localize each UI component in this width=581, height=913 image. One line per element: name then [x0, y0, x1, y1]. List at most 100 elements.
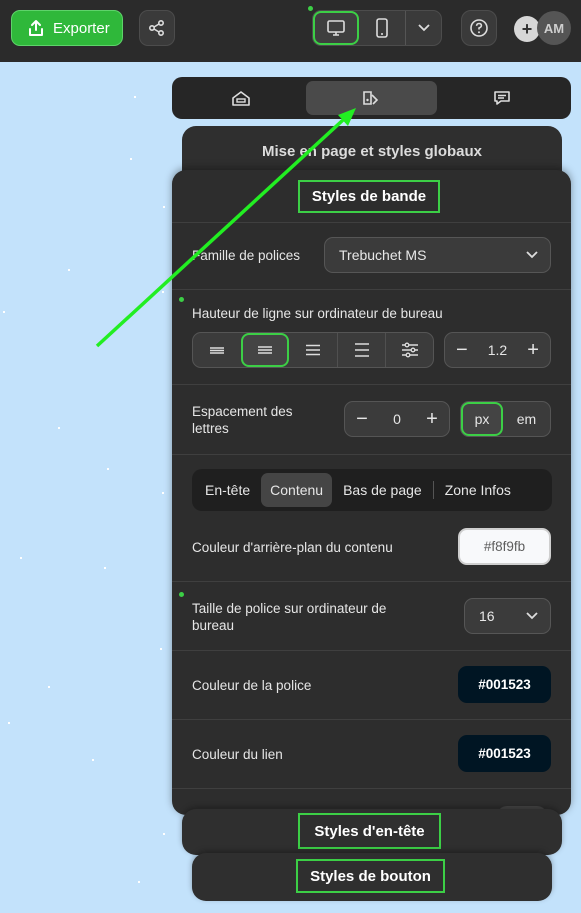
line-height-stepper: − 1.2 + — [444, 332, 551, 368]
line-height-option-4[interactable] — [337, 333, 385, 367]
divider — [172, 454, 571, 455]
canvas-speck — [162, 291, 164, 293]
subtab-footer[interactable]: Bas de page — [334, 473, 431, 507]
tab-comments[interactable] — [437, 81, 567, 115]
sliders-icon — [401, 342, 418, 358]
font-color-swatch[interactable]: #001523 — [458, 666, 551, 703]
font-family-value: Trebuchet MS — [339, 247, 427, 263]
top-toolbar: Exporter + AM — [0, 0, 581, 62]
line-height-option-3[interactable] — [289, 333, 337, 367]
line-height-presets — [192, 332, 434, 368]
export-label: Exporter — [53, 19, 110, 37]
line-height-increment[interactable]: + — [516, 333, 550, 367]
band-subtabs: En-tête Contenu Bas de page Zone Infos — [192, 469, 552, 511]
canvas-speck — [163, 206, 165, 208]
letter-spacing-decrement[interactable]: − — [345, 402, 379, 436]
canvas-speck — [68, 269, 70, 271]
unit-px-button[interactable]: px — [461, 402, 503, 436]
subtab-content[interactable]: Contenu — [261, 473, 333, 507]
style-paint-icon — [363, 91, 379, 105]
letter-spacing-stepper: − 0 + — [344, 401, 450, 437]
line-height-option-2[interactable] — [241, 333, 289, 367]
global-styles-title: Mise en page et styles globaux — [261, 143, 483, 160]
canvas-speck — [48, 686, 50, 688]
line-height-label: Hauteur de ligne sur ordinateur de burea… — [192, 306, 443, 321]
subtab-separator — [432, 481, 434, 499]
canvas-speck — [58, 427, 60, 429]
canvas-speck — [162, 492, 164, 494]
help-icon — [470, 19, 488, 37]
band-styles-panel: Styles de bande Famille de polices Trebu… — [172, 170, 571, 815]
line-height-decrement[interactable]: − — [445, 333, 479, 367]
tab-layout[interactable] — [176, 81, 306, 115]
modified-dot — [179, 592, 184, 597]
letter-spacing-label: Espacement des lettres — [192, 404, 293, 436]
modified-dot — [179, 297, 184, 302]
help-button[interactable] — [461, 10, 497, 46]
line-height-custom-button[interactable] — [385, 333, 433, 367]
letter-spacing-unit: px em — [460, 401, 551, 437]
chevron-down-icon — [417, 24, 430, 32]
canvas-speck — [3, 311, 5, 313]
canvas-speck — [107, 468, 109, 470]
divider — [172, 581, 571, 582]
unit-em-button[interactable]: em — [503, 402, 550, 436]
font-size-select[interactable]: 16 — [464, 598, 551, 634]
line-height-icon — [306, 344, 320, 356]
font-family-select[interactable]: Trebuchet MS — [324, 237, 551, 273]
canvas-speck — [134, 96, 136, 98]
avatar[interactable]: AM — [537, 11, 571, 45]
header-styles-card[interactable]: Styles d'en-tête — [182, 809, 562, 855]
content-bg-label: Couleur d'arrière-plan du contenu — [192, 540, 393, 555]
share-icon — [148, 19, 165, 37]
line-height-icon — [210, 347, 224, 354]
divider — [172, 788, 571, 789]
canvas-speck — [104, 567, 106, 569]
export-button[interactable]: Exporter — [11, 10, 123, 46]
panel-tab-bar — [172, 77, 571, 119]
canvas-speck — [8, 722, 10, 724]
canvas-speck — [130, 158, 132, 160]
line-height-option-1[interactable] — [193, 333, 241, 367]
canvas-speck — [138, 881, 140, 883]
status-dot — [308, 6, 313, 11]
line-height-icon — [258, 346, 272, 354]
font-family-label: Famille de polices — [192, 248, 301, 263]
font-size-value: 16 — [479, 608, 495, 624]
letter-spacing-increment[interactable]: + — [415, 402, 449, 436]
divider — [172, 289, 571, 290]
content-bg-color-swatch[interactable]: #f8f9fb — [458, 528, 551, 565]
letter-spacing-value[interactable]: 0 — [379, 402, 415, 436]
comment-icon — [494, 91, 510, 105]
button-styles-title: Styles de bouton — [296, 859, 445, 893]
font-size-label: Taille de police sur ordinateur de burea… — [192, 601, 387, 633]
mobile-view-button[interactable] — [359, 11, 405, 45]
divider — [172, 650, 571, 651]
subtab-header[interactable]: En-tête — [196, 473, 259, 507]
font-color-label: Couleur de la police — [192, 678, 312, 693]
desktop-icon — [327, 20, 345, 36]
upload-icon — [29, 20, 43, 36]
line-height-value[interactable]: 1.2 — [479, 333, 517, 367]
tab-styles[interactable] — [306, 81, 437, 115]
band-styles-title[interactable]: Styles de bande — [298, 180, 440, 213]
link-color-label: Couleur du lien — [192, 747, 283, 762]
mobile-icon — [376, 18, 388, 38]
share-button[interactable] — [139, 10, 175, 46]
link-color-swatch[interactable]: #001523 — [458, 735, 551, 772]
subtab-info-zone[interactable]: Zone Infos — [436, 473, 520, 507]
canvas-speck — [92, 759, 94, 761]
chevron-down-icon — [526, 251, 538, 259]
canvas-speck — [163, 833, 165, 835]
canvas-speck — [160, 648, 162, 650]
canvas-speck — [20, 557, 22, 559]
desktop-view-button[interactable] — [313, 11, 359, 45]
divider — [172, 384, 571, 385]
divider — [172, 719, 571, 720]
divider — [172, 222, 571, 223]
button-styles-card[interactable]: Styles de bouton — [192, 853, 552, 901]
header-styles-title: Styles d'en-tête — [298, 813, 441, 849]
device-dropdown-button[interactable] — [405, 11, 441, 45]
line-height-icon — [354, 343, 369, 357]
device-switcher — [312, 10, 442, 46]
